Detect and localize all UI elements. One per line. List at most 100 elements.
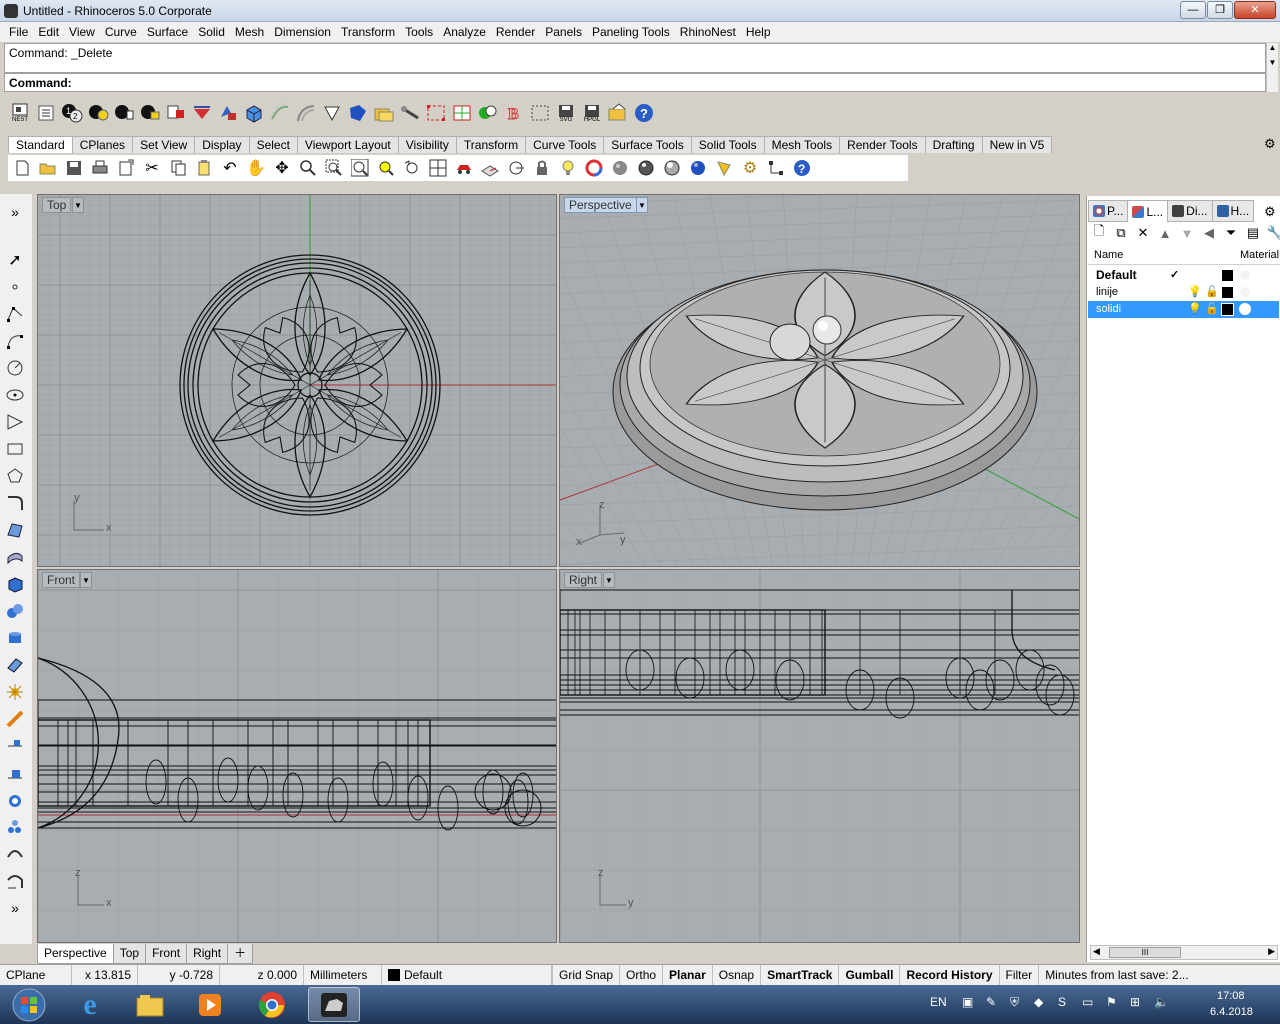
tab-standard[interactable]: Standard [8,136,73,153]
viewport-front[interactable]: Front ▼ z x [37,569,557,943]
taskbar-chrome[interactable] [246,987,298,1022]
menu-solid[interactable]: Solid [193,22,230,42]
nest-sheet-button[interactable] [190,101,214,125]
tab-drafting[interactable]: Drafting [924,136,983,153]
move-layer-up-button[interactable]: ▲ [1156,224,1174,242]
status-ortho[interactable]: Ortho [620,965,664,985]
box-button[interactable] [242,101,266,125]
export-hpgl-button[interactable]: HPGL [580,101,604,125]
arc-button[interactable] [3,410,27,434]
select-button[interactable]: ➚ [3,248,27,272]
nest-step-3-button[interactable] [112,101,136,125]
vptab-front[interactable]: Front [145,944,188,964]
layer-color-swatch[interactable] [1222,287,1233,298]
layer-color-swatch[interactable] [1221,303,1234,316]
export-svg-button[interactable]: SVG [554,101,578,125]
vptab-top[interactable]: Top [112,944,147,964]
rectangle-button[interactable] [3,437,27,461]
menu-panels[interactable]: Panels [540,22,587,42]
panel-settings-gear-icon[interactable]: ⚙ [1264,204,1276,220]
tray-nvidia-icon[interactable]: ◆ [1034,995,1043,1009]
tray-clock-date[interactable]: 6.4.2018 [1210,1006,1253,1018]
status-smarttrack[interactable]: SmartTrack [761,965,840,985]
layer-visible-bulb-icon[interactable]: 💡 [1188,284,1202,301]
toolbar-more-top[interactable]: » [3,200,27,224]
layer-unlocked-icon[interactable]: 🔓 [1205,284,1219,301]
status-grid-snap[interactable]: Grid Snap [552,965,621,985]
panel-horizontal-scrollbar[interactable]: ◀ III ▶ [1090,945,1278,960]
boolean-button[interactable] [3,599,27,623]
menu-file[interactable]: File [4,22,33,42]
menu-surface[interactable]: Surface [142,22,193,42]
open-folder-button[interactable] [606,101,630,125]
select-region-button[interactable] [424,101,448,125]
menu-transform[interactable]: Transform [336,22,400,42]
tab-cplanes[interactable]: CPlanes [71,136,134,153]
status-gumball[interactable]: Gumball [839,965,901,985]
polyline-button[interactable] [3,302,27,326]
menu-curve[interactable]: Curve [100,22,142,42]
undo-button[interactable]: ↶ [218,156,242,180]
layer-material-icon[interactable] [1240,287,1250,297]
taskbar-rhinoceros[interactable] [308,987,360,1022]
status-cplane[interactable]: CPlane [0,965,72,985]
edit-button[interactable] [3,761,27,785]
status-osnap[interactable]: Osnap [713,965,762,985]
print-button[interactable] [88,156,112,180]
viewport-top-label[interactable]: Top [42,197,72,213]
folders-button[interactable] [372,101,396,125]
nest-help-button[interactable]: ? [632,101,656,125]
render-wireframe-button[interactable] [608,156,632,180]
light-button[interactable] [712,156,736,180]
layer-unlocked-icon[interactable]: 🔓 [1205,301,1219,318]
point-button[interactable] [3,275,27,299]
nest-step-2-button[interactable] [86,101,110,125]
circle-button[interactable] [3,356,27,380]
nest-step-5-button[interactable] [164,101,188,125]
nest-mesh-button[interactable] [346,101,370,125]
new-button[interactable] [10,156,34,180]
tab-solid-tools[interactable]: Solid Tools [690,136,765,153]
cplane-button[interactable] [478,156,502,180]
start-button[interactable] [2,987,56,1022]
tray-network-icon[interactable]: ⊞ [1130,995,1140,1009]
trim-button[interactable] [3,842,27,866]
layer-color-swatch[interactable] [1222,270,1233,281]
status-planar[interactable]: Planar [663,965,713,985]
menu-view[interactable]: View [64,22,100,42]
properties-button[interactable] [582,156,606,180]
filter-layers-button[interactable]: ⏷ [1222,224,1240,242]
menu-help[interactable]: Help [741,22,776,42]
grid-button[interactable] [450,101,474,125]
osnap-button[interactable] [504,156,528,180]
menu-dimension[interactable]: Dimension [269,22,336,42]
taskbar-media-player[interactable] [184,987,236,1022]
status-layer[interactable]: Default [382,965,552,985]
viewport-perspective[interactable]: Perspective ▼ z x y [559,194,1080,567]
mesh-button[interactable] [3,653,27,677]
tab-surface-tools[interactable]: Surface Tools [603,136,692,153]
move-layer-down-button[interactable]: ▼ [1178,224,1196,242]
new-layer-button[interactable]: 🗋 [1090,223,1108,242]
layer-row-solidi[interactable]: solidi 💡 🔓 [1088,301,1279,318]
undo-view-button[interactable] [400,156,424,180]
tray-language[interactable]: EN [930,995,947,1009]
panel-tab-properties[interactable]: P... [1088,200,1129,222]
toolbar-more-bottom[interactable]: » [3,896,27,920]
open-button[interactable] [36,156,60,180]
render-light-button[interactable] [3,680,27,704]
fillet-button[interactable] [3,491,27,515]
viewport-top-menu-icon[interactable]: ▼ [72,197,84,213]
menu-paneling-tools[interactable]: Paneling Tools [587,22,675,42]
tab-new-in-v5[interactable]: New in V5 [981,136,1053,153]
maximize-button[interactable]: ❐ [1207,1,1233,19]
dimension-button[interactable] [3,707,27,731]
tab-settings-gear-icon[interactable]: ⚙ [1264,136,1276,152]
viewport-front-menu-icon[interactable]: ▼ [80,572,92,588]
paste-button[interactable] [192,156,216,180]
tray-device-icon[interactable]: ▭ [1082,995,1093,1009]
viewport-right[interactable]: Right ▼ z y [559,569,1080,943]
transform-button[interactable] [3,734,27,758]
close-button[interactable]: ✕ [1234,1,1276,19]
add-viewport-tab-icon[interactable]: ＋ [227,944,254,964]
